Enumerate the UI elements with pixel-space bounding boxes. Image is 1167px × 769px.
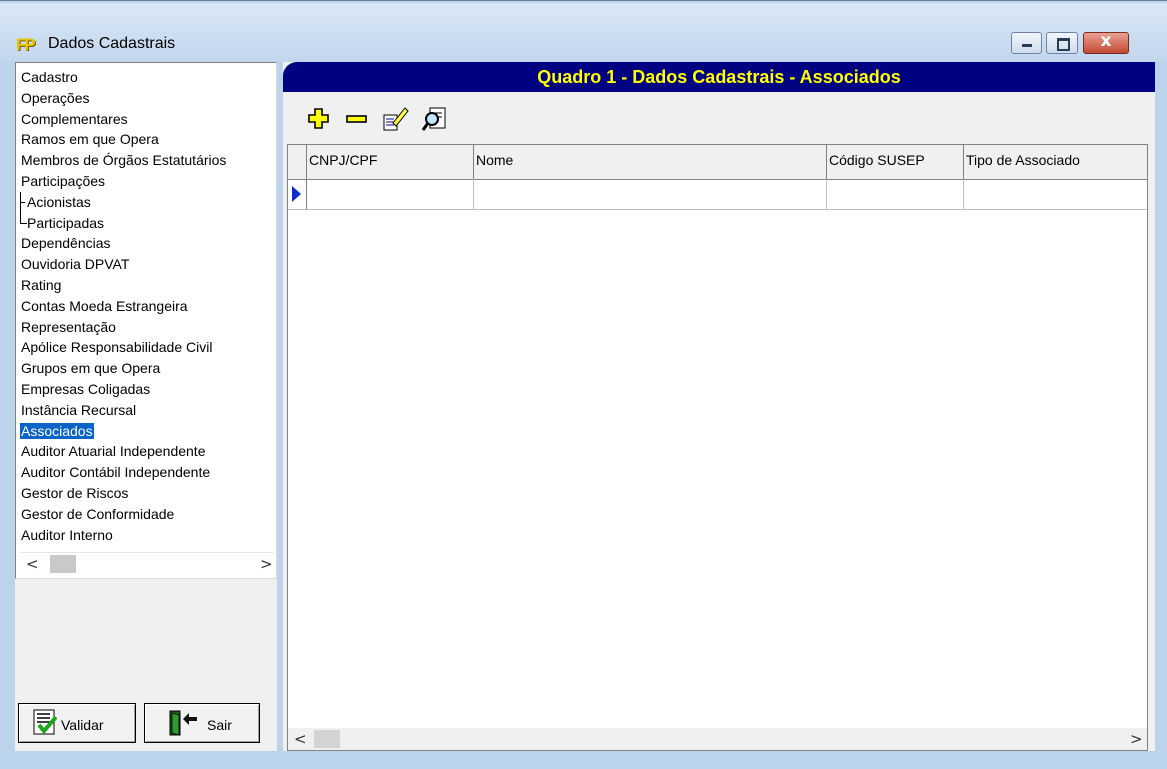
scroll-right-arrow-icon[interactable]: >	[260, 555, 273, 573]
search-icon[interactable]	[421, 105, 449, 133]
sidebar-item-participadas[interactable]: Participadas	[20, 212, 227, 234]
sidebar-item-label: Auditor Interno	[21, 526, 113, 543]
sidebar-item-label: Acionistas	[27, 193, 91, 210]
sidebar-item-label: Associados	[20, 422, 94, 439]
validar-label: Validar	[61, 717, 104, 733]
grid-header: CNPJ/CPF Nome Código SUSEP Tipo de Assoc…	[288, 145, 1147, 180]
close-button[interactable]: x	[1083, 31, 1129, 54]
scroll-right-arrow-icon[interactable]: >	[1130, 730, 1143, 748]
validate-checklist-icon	[33, 709, 57, 735]
cell-tipo[interactable]	[964, 179, 1147, 210]
associados-grid: CNPJ/CPF Nome Código SUSEP Tipo de Assoc…	[287, 144, 1148, 751]
column-header-nome[interactable]: Nome	[474, 145, 827, 179]
sidebar-item-acionistas[interactable]: Acionistas	[20, 191, 227, 213]
maximize-button[interactable]	[1046, 32, 1078, 54]
cell-nome[interactable]	[474, 179, 827, 210]
sidebar-item-dependencias[interactable]: Dependências	[20, 233, 227, 254]
sidebar-item-label: Ramos em que Opera	[21, 131, 159, 148]
window-title: Dados Cadastrais	[48, 35, 176, 52]
sidebar-item-apolice-responsabilidade-civil[interactable]: Apólice Responsabilidade Civil	[20, 337, 227, 358]
sidebar-item-label: Representação	[21, 318, 116, 335]
sidebar-item-membros-de-orgaos-estatutarios[interactable]: Membros de Órgãos Estatutários	[20, 150, 227, 171]
scroll-left-arrow-icon[interactable]: <	[26, 555, 39, 573]
current-row-arrow-icon	[292, 186, 301, 202]
sidebar-item-label: Operações	[21, 89, 90, 106]
sidebar-item-label: Grupos em que Opera	[21, 360, 161, 377]
cell-cnpj[interactable]	[307, 179, 474, 210]
scroll-thumb[interactable]	[50, 555, 76, 573]
panel-title: Quadro 1 - Dados Cadastrais - Associados	[537, 67, 901, 87]
sidebar-item-ramos-em-que-opera[interactable]: Ramos em que Opera	[20, 129, 227, 150]
sidebar-item-auditor-interno[interactable]: Auditor Interno	[20, 525, 227, 546]
sidebar-item-label: Cadastro	[21, 69, 78, 85]
sidebar-item-label: Empresas Coligadas	[21, 380, 151, 397]
sidebar-item-associados[interactable]: Associados	[20, 421, 227, 442]
exit-door-icon	[169, 710, 197, 736]
sidebar-item-label: Auditor Contábil Independente	[21, 464, 211, 481]
sidebar-item-label: Apólice Responsabilidade Civil	[21, 339, 213, 356]
sidebar-item-label: Dependências	[21, 235, 111, 252]
sidebar-item-label: Gestor de Conformidade	[21, 505, 175, 522]
tree-horizontal-scrollbar[interactable]: < >	[20, 552, 274, 575]
sidebar-item-label: Contas Moeda Estrangeira	[21, 297, 188, 314]
close-icon: x	[1100, 31, 1112, 51]
sidebar-item-label: Gestor de Riscos	[21, 484, 129, 501]
sidebar-item-complementares[interactable]: Complementares	[20, 109, 227, 130]
sair-label: Sair	[207, 717, 232, 733]
sidebar-item-label: Ouvidoria DPVAT	[21, 256, 130, 273]
cell-codigo-susep[interactable]	[827, 179, 964, 210]
validar-button[interactable]: Validar	[18, 703, 136, 743]
sidebar-item-ouvidoria-dpvat[interactable]: Ouvidoria DPVAT	[20, 254, 227, 275]
sidebar-item-gestor-de-conformidade[interactable]: Gestor de Conformidade	[20, 504, 227, 525]
sidebar-item-grupos-em-que-opera[interactable]: Grupos em que Opera	[20, 358, 227, 379]
scroll-left-arrow-icon[interactable]: <	[294, 730, 307, 748]
tree-connector-tick	[20, 201, 25, 203]
column-header-codigo-susep[interactable]: Código SUSEP	[827, 145, 964, 179]
sidebar-item-auditor-atuarial-independente[interactable]: Auditor Atuarial Independente	[20, 441, 227, 462]
add-icon[interactable]	[305, 105, 333, 133]
title-bar[interactable]: FP Dados Cadastrais x	[0, 3, 1167, 61]
sidebar-item-label: Participadas	[27, 214, 105, 231]
section-list: Cadastro Operações Complementares Ramos em …	[20, 67, 227, 545]
sidebar-item-cadastro[interactable]: Cadastro	[20, 67, 227, 88]
tree-connector-tick	[20, 222, 25, 224]
sidebar-item-label: Auditor Atuarial Independente	[21, 443, 206, 460]
sair-button[interactable]: Sair	[144, 703, 260, 743]
sidebar-item-label: Instância Recursal	[21, 401, 137, 418]
grid-horizontal-scrollbar[interactable]: < >	[288, 728, 1147, 750]
grid-toolbar	[283, 92, 1155, 144]
sidebar-item-label: Complementares	[21, 110, 128, 127]
application-window: FP Dados Cadastrais x Cadastro Operações C…	[0, 0, 1167, 769]
sidebar-item-operacoes[interactable]: Operações	[20, 88, 227, 109]
minimize-button[interactable]	[1011, 32, 1042, 54]
app-logo-icon: FP	[16, 35, 36, 54]
sidebar-item-contas-moeda-estrangeira[interactable]: Contas Moeda Estrangeira	[20, 296, 227, 317]
remove-icon[interactable]	[343, 105, 371, 133]
side-action-area: Validar Sair	[15, 579, 277, 751]
column-header-tipo[interactable]: Tipo de Associado	[964, 145, 1147, 179]
row-indicator-header	[288, 145, 307, 179]
sidebar-item-participacoes[interactable]: Participações	[20, 171, 227, 192]
sidebar-item-label: Rating	[21, 276, 62, 293]
section-tree: Cadastro Operações Complementares Ramos em …	[15, 62, 277, 579]
sidebar-item-auditor-contabil-independente[interactable]: Auditor Contábil Independente	[20, 462, 227, 483]
sidebar-item-label: Participações	[21, 172, 106, 189]
sidebar-item-rating[interactable]: Rating	[20, 275, 227, 296]
sidebar-item-instancia-recursal[interactable]: Instância Recursal	[20, 400, 227, 421]
sidebar-item-gestor-de-riscos[interactable]: Gestor de Riscos	[20, 483, 227, 504]
main-panel: Quadro 1 - Dados Cadastrais - Associados	[283, 62, 1155, 751]
panel-header: Quadro 1 - Dados Cadastrais - Associados	[283, 62, 1155, 92]
sidebar-item-empresas-coligadas[interactable]: Empresas Coligadas	[20, 379, 227, 400]
edit-icon[interactable]	[381, 105, 409, 133]
scroll-thumb[interactable]	[314, 730, 340, 748]
sidebar-item-representacao[interactable]: Representação	[20, 317, 227, 338]
column-header-cnpj[interactable]: CNPJ/CPF	[307, 145, 474, 179]
sidebar-item-label: Membros de Órgãos Estatutários	[21, 152, 227, 169]
